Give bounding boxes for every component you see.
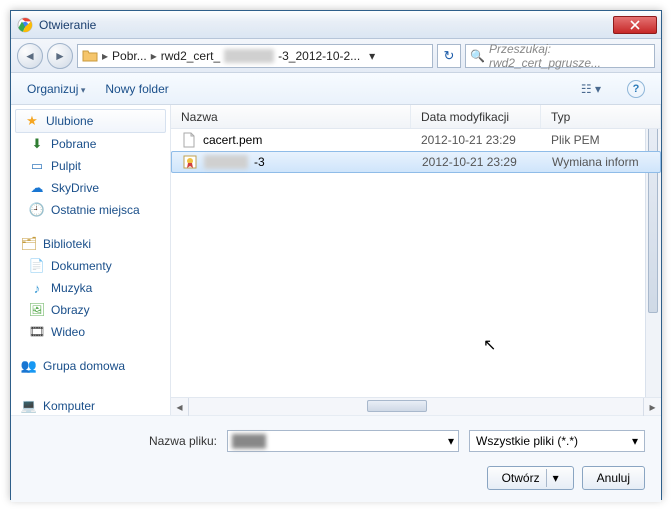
sidebar-item-desktop[interactable]: ▭Pulpit	[11, 155, 170, 177]
star-icon: ★	[24, 113, 40, 129]
sidebar-libraries[interactable]: 🗂Biblioteki	[11, 233, 170, 255]
file-list: Nazwa Data modyfikacji Typ cacert.pem201…	[171, 105, 661, 415]
desktop-icon: ▭	[29, 158, 45, 174]
back-button[interactable]: ◄	[17, 43, 43, 69]
bottom-panel: Nazwa pliku: ████ ▾ Wszystkie pliki (*.*…	[11, 415, 661, 502]
toolbar: Organizuj Nowy folder ☷ ▾ ?	[11, 73, 661, 105]
picture-icon: 🖼	[29, 302, 45, 318]
file-row[interactable]: cacert.pem2012-10-21 23:29Plik PEM	[171, 129, 661, 151]
column-name[interactable]: Nazwa	[171, 105, 411, 128]
folder-icon	[82, 48, 98, 64]
crumb-3[interactable]: -3_2012-10-2...	[278, 49, 360, 63]
download-icon: ⬇	[29, 136, 45, 152]
crumb-1[interactable]: Pobr...	[112, 49, 147, 63]
open-button[interactable]: Otwórz ▾	[487, 466, 574, 490]
chevron-right-icon: ▸	[102, 49, 108, 63]
file-row[interactable]: xxxxxx-32012-10-21 23:29Wymiana inform	[171, 151, 661, 173]
chevron-down-icon[interactable]: ▾	[448, 434, 454, 448]
crumb-2[interactable]: rwd2_cert_	[161, 49, 220, 63]
sidebar: ★Ulubione ⬇Pobrane ▭Pulpit ☁SkyDrive 🕘Os…	[11, 105, 171, 415]
file-icon	[182, 154, 198, 170]
scroll-thumb[interactable]	[367, 400, 427, 412]
help-button[interactable]: ?	[627, 80, 645, 98]
chevron-down-icon[interactable]: ▾	[553, 471, 559, 485]
chrome-icon	[17, 17, 33, 33]
sidebar-item-skydrive[interactable]: ☁SkyDrive	[11, 177, 170, 199]
horizontal-scrollbar[interactable]: ◂ ▸	[171, 397, 661, 415]
sidebar-item-documents[interactable]: 📄Dokumenty	[11, 255, 170, 277]
chevron-down-icon[interactable]: ▾	[632, 434, 638, 448]
view-options-button[interactable]: ☷ ▾	[575, 80, 607, 98]
sidebar-computer[interactable]: 💻Komputer	[11, 395, 170, 415]
column-type[interactable]: Typ	[541, 105, 661, 128]
breadcrumb[interactable]: ▸ Pobr... ▸ rwd2_cert_ xxxxxxx -3_2012-1…	[77, 44, 433, 68]
search-icon: 🔍	[470, 49, 485, 63]
titlebar: Otwieranie	[11, 11, 661, 39]
filename-input[interactable]: ████ ▾	[227, 430, 459, 452]
window-title: Otwieranie	[39, 18, 613, 32]
sidebar-item-videos[interactable]: 🎞Wideo	[11, 321, 170, 343]
library-icon: 🗂	[21, 236, 37, 252]
search-placeholder: Przeszukaj: rwd2_cert_pgrusze...	[489, 42, 650, 70]
forward-button[interactable]: ►	[47, 43, 73, 69]
scroll-right-arrow[interactable]: ▸	[643, 398, 661, 416]
filetype-filter[interactable]: Wszystkie pliki (*.*) ▾	[469, 430, 645, 452]
homegroup-icon: 👥	[21, 358, 37, 374]
sidebar-item-downloads[interactable]: ⬇Pobrane	[11, 133, 170, 155]
filter-label: Wszystkie pliki (*.*)	[476, 434, 578, 448]
recent-icon: 🕘	[29, 202, 45, 218]
video-icon: 🎞	[29, 324, 45, 340]
sidebar-item-music[interactable]: ♪Muzyka	[11, 277, 170, 299]
computer-icon: 💻	[21, 398, 37, 414]
close-button[interactable]	[613, 16, 657, 34]
music-icon: ♪	[29, 280, 45, 296]
search-input[interactable]: 🔍 Przeszukaj: rwd2_cert_pgrusze...	[465, 44, 655, 68]
scroll-left-arrow[interactable]: ◂	[171, 398, 189, 416]
refresh-button[interactable]: ↻	[437, 44, 461, 68]
sidebar-homegroup[interactable]: 👥Grupa domowa	[11, 355, 170, 377]
filename-label: Nazwa pliku:	[27, 434, 217, 448]
document-icon: 📄	[29, 258, 45, 274]
crumb-blurred: xxxxxxx	[224, 49, 274, 63]
filename-value: ████	[232, 434, 266, 448]
cloud-icon: ☁	[29, 180, 45, 196]
nav-bar: ◄ ► ▸ Pobr... ▸ rwd2_cert_ xxxxxxx -3_20…	[11, 39, 661, 73]
column-headers[interactable]: Nazwa Data modyfikacji Typ	[171, 105, 661, 129]
chevron-right-icon: ▸	[151, 49, 157, 63]
sidebar-item-pictures[interactable]: 🖼Obrazy	[11, 299, 170, 321]
new-folder-button[interactable]: Nowy folder	[105, 82, 168, 96]
path-dropdown[interactable]: ▾	[364, 49, 380, 63]
sidebar-favorites[interactable]: ★Ulubione	[15, 109, 166, 133]
dialog-body: ★Ulubione ⬇Pobrane ▭Pulpit ☁SkyDrive 🕘Os…	[11, 105, 661, 415]
column-date[interactable]: Data modyfikacji	[411, 105, 541, 128]
sidebar-item-recent[interactable]: 🕘Ostatnie miejsca	[11, 199, 170, 221]
organize-menu[interactable]: Organizuj	[27, 82, 85, 96]
cancel-button[interactable]: Anuluj	[582, 466, 645, 490]
open-file-dialog: Otwieranie ◄ ► ▸ Pobr... ▸ rwd2_cert_ xx…	[10, 10, 662, 500]
file-icon	[181, 132, 197, 148]
